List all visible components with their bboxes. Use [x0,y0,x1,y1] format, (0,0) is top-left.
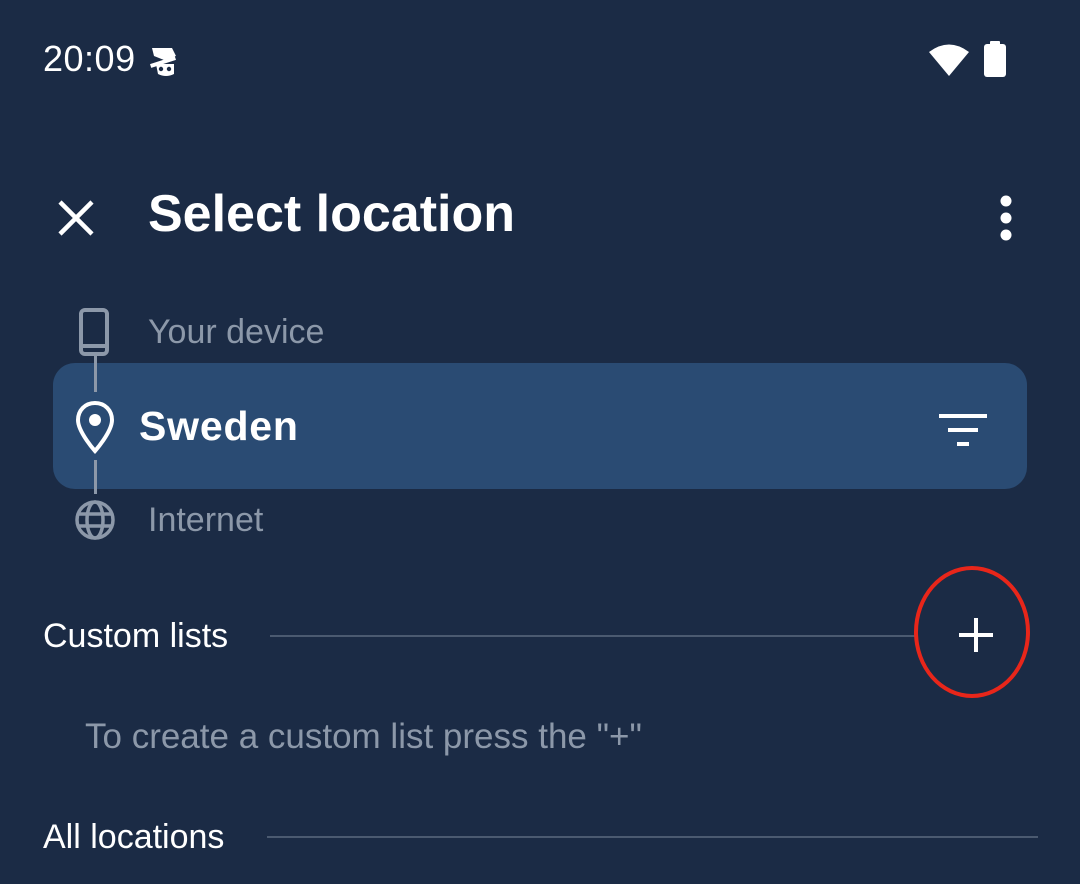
more-options-button[interactable] [984,190,1028,246]
all-locations-heading: All locations [43,818,225,856]
battery-icon [984,41,1006,77]
custom-lists-divider [270,635,918,637]
custom-lists-hint: To create a custom list press the "+" [85,717,642,756]
status-time: 20:09 [43,38,136,79]
device-label: Your device [148,313,325,351]
phone-icon [79,308,109,356]
incognito-icon [150,48,176,76]
filter-icon [939,414,987,446]
plus-icon [959,618,993,652]
more-vertical-icon [1000,195,1012,241]
page-title: Select location [148,185,515,243]
location-pin-icon [75,400,115,454]
close-button[interactable] [48,190,104,246]
path-connector-top [94,356,97,392]
path-connector-bottom [94,460,97,494]
selected-location-label: Sweden [139,403,299,449]
custom-lists-heading: Custom lists [43,617,229,655]
globe-icon [75,500,115,540]
close-icon [58,200,94,236]
all-locations-divider [267,836,1038,838]
wifi-icon [929,44,969,76]
internet-label: Internet [148,501,264,539]
add-custom-list-button[interactable] [941,600,1011,670]
filter-button[interactable] [932,404,994,456]
